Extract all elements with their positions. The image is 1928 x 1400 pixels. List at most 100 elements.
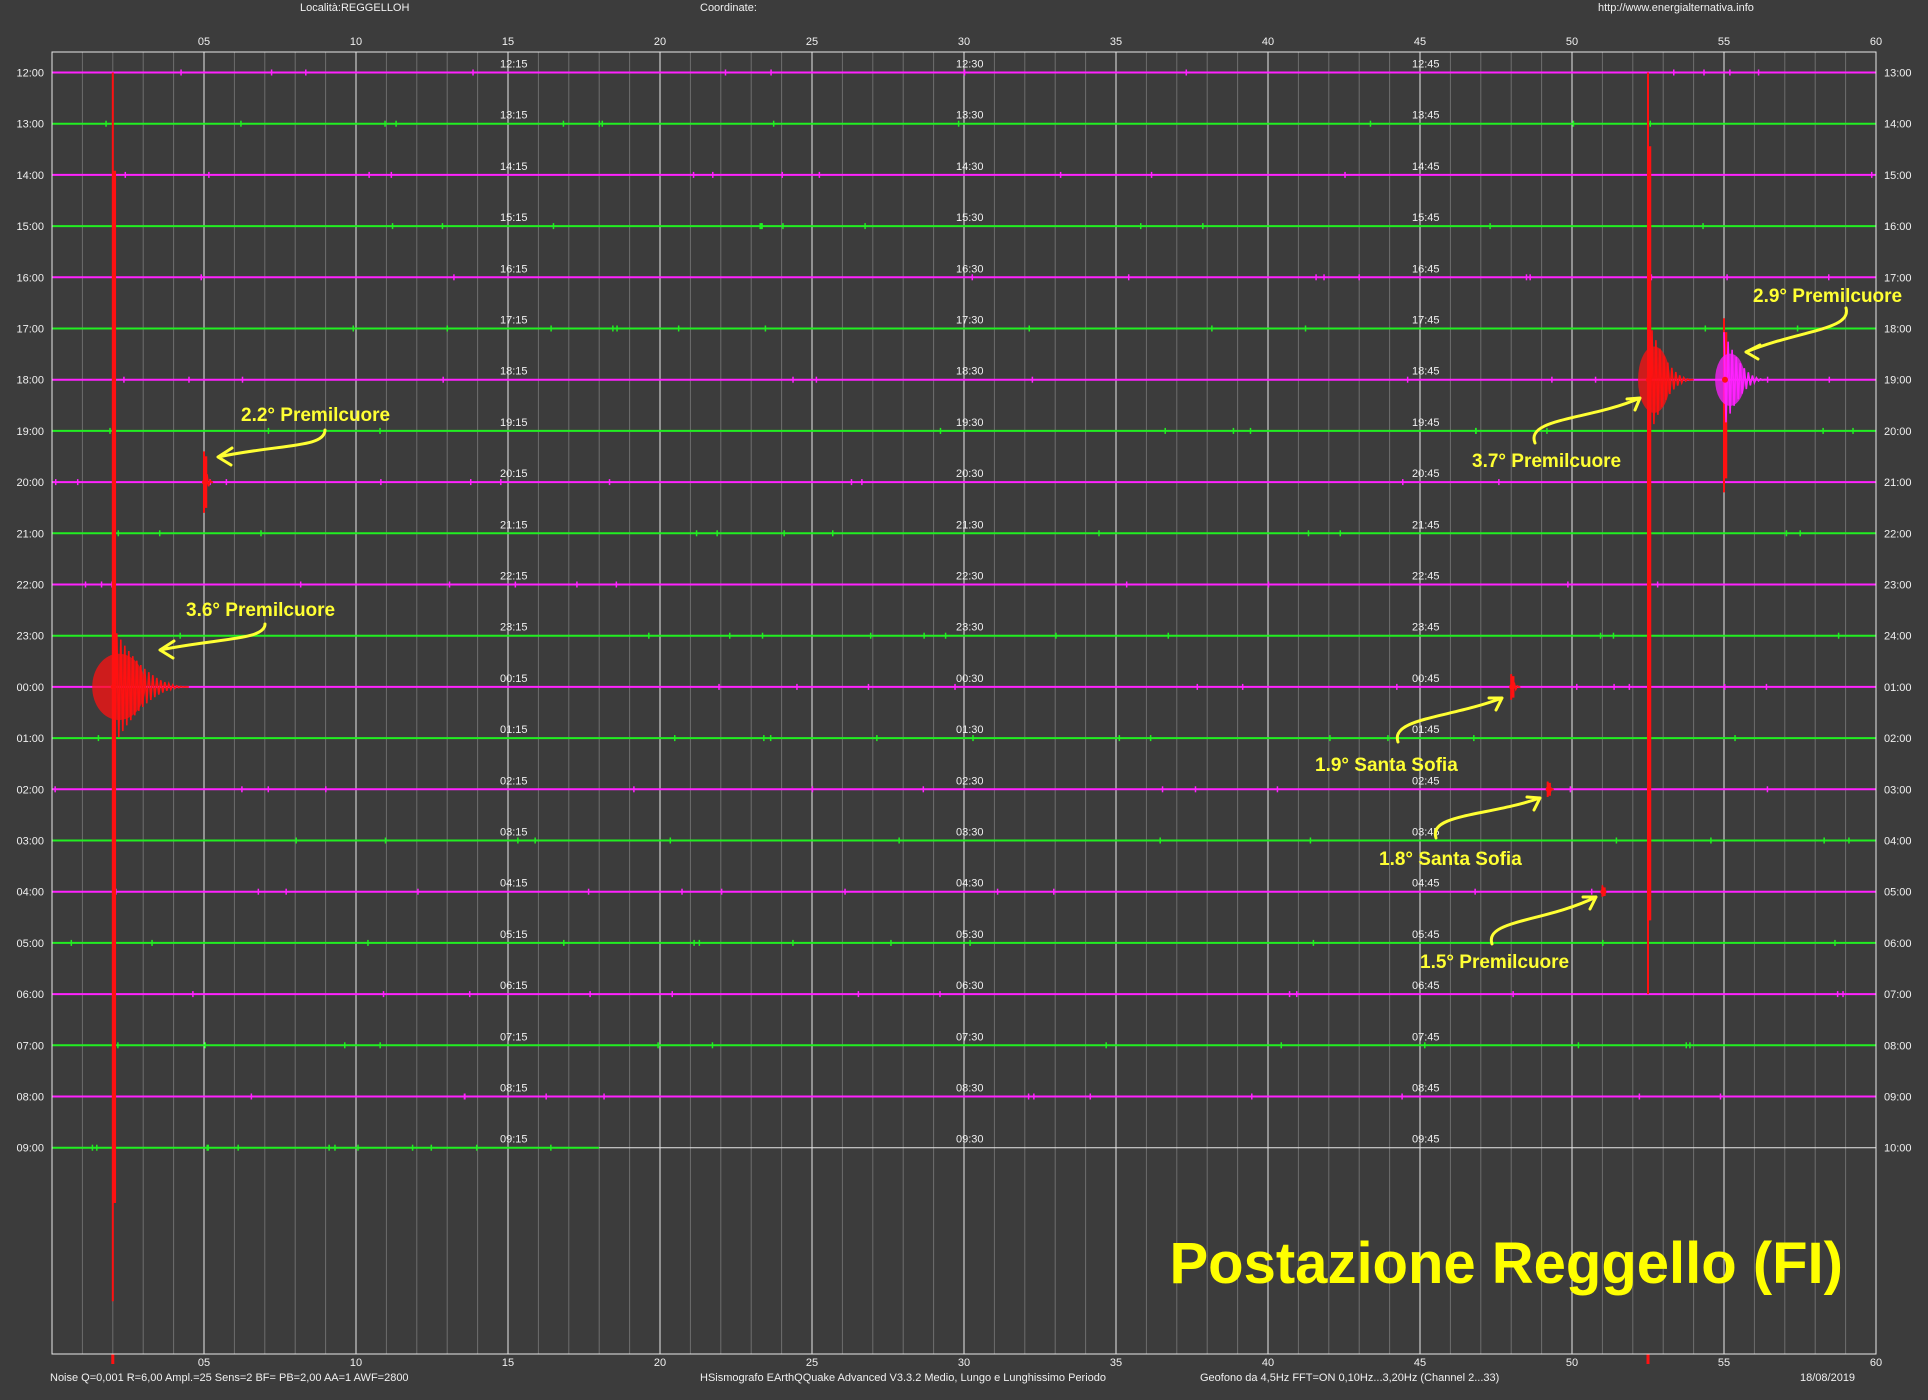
hour-label-right: 20:00 (1884, 426, 1912, 438)
hour-label-left: 07:00 (16, 1040, 44, 1052)
hour-label-right: 09:00 (1884, 1092, 1912, 1104)
annotation-2-2-premilcuore: 2.2° Premilcuore (241, 405, 390, 426)
x-tick-label-top: 30 (958, 36, 970, 48)
x-tick-label-bottom: 25 (806, 1357, 818, 1369)
x-tick-label-bottom: 15 (502, 1357, 514, 1369)
quarter-time-label: 19:30 (956, 417, 984, 429)
x-tick-label-top: 20 (654, 36, 666, 48)
quarter-time-label: 08:30 (956, 1083, 984, 1095)
quarter-time-label: 08:15 (500, 1083, 528, 1095)
quarter-time-label: 05:30 (956, 929, 984, 941)
hour-label-right: 19:00 (1884, 375, 1912, 387)
hour-label-right: 22:00 (1884, 528, 1912, 540)
quarter-time-label: 07:15 (500, 1031, 528, 1043)
location-label: Località:REGGELLOH (300, 2, 409, 14)
hour-label-right: 14:00 (1884, 119, 1912, 131)
hour-label-left: 08:00 (16, 1092, 44, 1104)
event-marker (1722, 376, 1728, 383)
x-tick-label-bottom: 60 (1870, 1357, 1882, 1369)
hour-label-right: 05:00 (1884, 887, 1912, 899)
quarter-time-label: 13:15 (500, 110, 528, 122)
seismogram-chart: 05 05 10 10 15 15 20 20 25 25 30 30 35 35 40 40 45 45 50 50… (0, 0, 1928, 1400)
quarter-time-label: 15:45 (1412, 212, 1440, 224)
quarter-time-label: 16:15 (500, 263, 528, 275)
quarter-time-label: 12:15 (500, 59, 528, 71)
quarter-time-label: 00:30 (956, 673, 984, 685)
quarter-time-label: 22:45 (1412, 571, 1440, 583)
quarter-time-label: 23:15 (500, 622, 528, 634)
footer-software: HSismografo EArthQQuake Advanced V3.3.2 … (700, 1372, 1106, 1384)
x-tick-label-bottom: 55 (1718, 1357, 1730, 1369)
quarter-time-label: 07:45 (1412, 1031, 1440, 1043)
footer-settings: Noise Q=0,001 R=6,00 Ampl.=25 Sens=2 BF=… (50, 1372, 409, 1384)
event-marker (1600, 888, 1607, 895)
hour-label-left: 17:00 (16, 324, 44, 336)
x-tick-label-top: 15 (502, 36, 514, 48)
hour-label-right: 21:00 (1884, 477, 1912, 489)
quarter-time-label: 00:45 (1412, 673, 1440, 685)
annotation-3-7-premilcuore: 3.7° Premilcuore (1472, 451, 1621, 472)
hour-label-left: 02:00 (16, 784, 44, 796)
hour-label-left: 00:00 (16, 682, 44, 694)
coordinates-label: Coordinate: (700, 2, 757, 14)
hour-label-left: 14:00 (16, 170, 44, 182)
quarter-time-label: 17:15 (500, 315, 528, 327)
hour-label-left: 09:00 (16, 1143, 44, 1155)
quarter-time-label: 20:45 (1412, 468, 1440, 480)
quarter-time-label: 12:45 (1412, 59, 1440, 71)
quarter-time-label: 08:45 (1412, 1083, 1440, 1095)
event-marker (202, 479, 208, 486)
quarter-time-label: 02:30 (956, 775, 984, 787)
quarter-time-label: 21:45 (1412, 519, 1440, 531)
annotation-1-8-santa-sofia: 1.8° Santa Sofia (1379, 849, 1522, 870)
hour-label-left: 19:00 (16, 426, 44, 438)
hour-label-left: 23:00 (16, 631, 44, 643)
hour-label-left: 03:00 (16, 836, 44, 848)
x-tick-label-bottom: 05 (198, 1357, 210, 1369)
hour-label-left: 13:00 (16, 119, 44, 131)
quarter-time-label: 04:45 (1412, 878, 1440, 890)
quarter-time-label: 16:45 (1412, 263, 1440, 275)
x-tick-label-bottom: 30 (958, 1357, 970, 1369)
event-coda-fill (92, 653, 146, 721)
event-marker (1509, 683, 1516, 690)
x-tick-label-bottom: 35 (1110, 1357, 1122, 1369)
quarter-time-label: 09:30 (956, 1134, 984, 1146)
quarter-time-label: 17:30 (956, 315, 984, 327)
hour-label-right: 10:00 (1884, 1143, 1912, 1155)
x-tick-label-top: 10 (350, 36, 362, 48)
quarter-time-label: 20:15 (500, 468, 528, 480)
quarter-time-label: 15:15 (500, 212, 528, 224)
quarter-time-label: 14:15 (500, 161, 528, 173)
event-coda-fill (1638, 346, 1670, 413)
website-link[interactable]: http://www.energialternativa.info (1598, 2, 1754, 14)
quarter-time-label: 15:30 (956, 212, 984, 224)
quarter-time-label: 05:45 (1412, 929, 1440, 941)
quarter-time-label: 17:45 (1412, 315, 1440, 327)
quarter-time-label: 00:15 (500, 673, 528, 685)
quarter-time-label: 09:15 (500, 1134, 528, 1146)
quarter-time-label: 18:15 (500, 366, 528, 378)
x-tick-label-top: 40 (1262, 36, 1274, 48)
quarter-time-label: 01:15 (500, 724, 528, 736)
hour-label-right: 17:00 (1884, 272, 1912, 284)
quarter-time-label: 18:30 (956, 366, 984, 378)
hour-label-left: 21:00 (16, 528, 44, 540)
quarter-time-label: 23:30 (956, 622, 984, 634)
quarter-time-label: 01:30 (956, 724, 984, 736)
hour-label-right: 04:00 (1884, 836, 1912, 848)
quarter-time-label: 02:15 (500, 775, 528, 787)
hour-label-left: 01:00 (16, 733, 44, 745)
quarter-time-label: 03:15 (500, 827, 528, 839)
quarter-time-label: 09:45 (1412, 1134, 1440, 1146)
quarter-time-label: 13:45 (1412, 110, 1440, 122)
annotation-1-5-premilcuore: 1.5° Premilcuore (1420, 952, 1569, 973)
x-tick-label-bottom: 20 (654, 1357, 666, 1369)
quarter-time-label: 03:30 (956, 827, 984, 839)
hour-label-right: 16:00 (1884, 221, 1912, 233)
quarter-time-label: 23:45 (1412, 622, 1440, 634)
quarter-time-label: 16:30 (956, 263, 984, 275)
hour-label-left: 05:00 (16, 938, 44, 950)
footer-sensor: Geofono da 4,5Hz FFT=ON 0,10Hz...3,20Hz … (1200, 1372, 1499, 1384)
hour-label-left: 06:00 (16, 989, 44, 1001)
